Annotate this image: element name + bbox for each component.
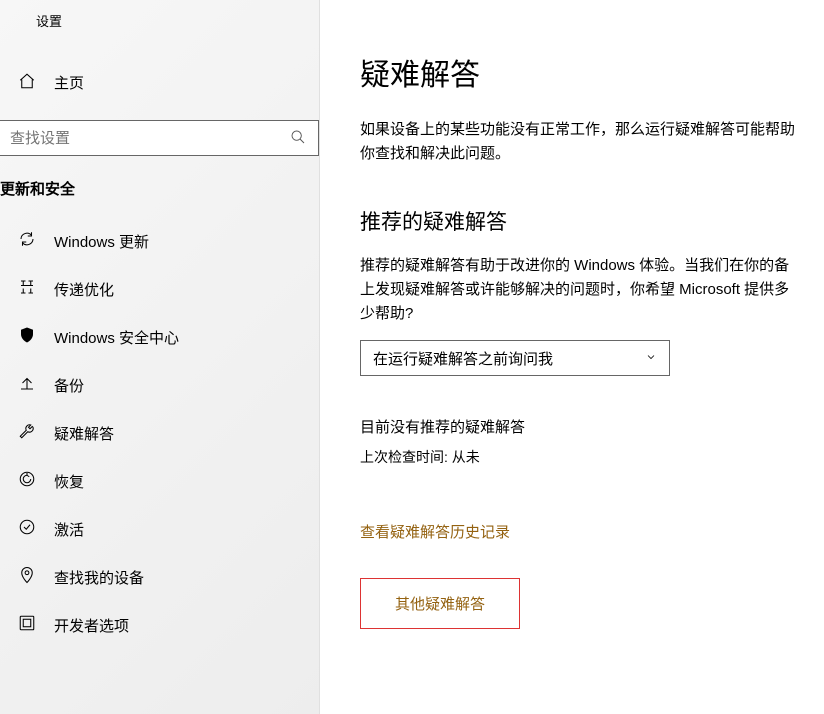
find-device-icon	[18, 566, 36, 588]
recommended-body: 推荐的疑难解答有助于改进你的 Windows 体验。当我们在你的备上发现疑难解答…	[360, 254, 800, 326]
refresh-icon	[18, 230, 36, 252]
nav-label: Windows 安全中心	[54, 327, 179, 348]
nav-home[interactable]: 主页	[0, 58, 319, 106]
intro-text: 如果设备上的某些功能没有正常工作，那么运行疑难解答可能帮助你查找和解决此问题。	[360, 118, 800, 166]
delivery-icon	[18, 278, 36, 300]
history-link[interactable]: 查看疑难解答历史记录	[360, 521, 510, 542]
nav-item-delivery[interactable]: 传递优化	[0, 265, 319, 313]
home-icon	[18, 72, 36, 93]
nav-label: 开发者选项	[54, 615, 129, 636]
nav-home-label: 主页	[54, 72, 84, 93]
nav-item-windows-update[interactable]: Windows 更新	[0, 217, 319, 265]
nav-label: Windows 更新	[54, 231, 149, 252]
help-level-dropdown[interactable]: 在运行疑难解答之前询问我	[360, 340, 670, 376]
chevron-down-icon	[645, 350, 657, 367]
nav-label: 备份	[54, 375, 84, 396]
nav-item-troubleshoot[interactable]: 疑难解答	[0, 409, 319, 457]
main-pane: 疑难解答 如果设备上的某些功能没有正常工作，那么运行疑难解答可能帮助你查找和解决…	[320, 0, 824, 714]
shield-icon	[18, 326, 36, 348]
nav-label: 激活	[54, 519, 84, 540]
status-none: 目前没有推荐的疑难解答	[360, 416, 824, 437]
search-icon	[278, 129, 318, 148]
dropdown-value: 在运行疑难解答之前询问我	[373, 348, 553, 369]
nav-label: 疑难解答	[54, 423, 114, 444]
developer-icon	[18, 614, 36, 636]
nav-label: 查找我的设备	[54, 567, 144, 588]
other-troubleshoot-link[interactable]: 其他疑难解答	[360, 578, 520, 629]
settings-title: 设置	[36, 11, 62, 30]
nav-list: Windows 更新 传递优化 Windows 安全中心 备份	[0, 217, 319, 649]
recovery-icon	[18, 470, 36, 492]
nav-item-activation[interactable]: 激活	[0, 505, 319, 553]
nav-label: 传递优化	[54, 279, 114, 300]
nav-label: 恢复	[54, 471, 84, 492]
recommended-heading: 推荐的疑难解答	[360, 206, 824, 236]
nav-item-security[interactable]: Windows 安全中心	[0, 313, 319, 361]
activation-icon	[18, 518, 36, 540]
nav-item-find-device[interactable]: 查找我的设备	[0, 553, 319, 601]
search-input[interactable]	[0, 130, 278, 147]
last-check: 上次检查时间: 从未	[360, 447, 824, 467]
category-header: 更新和安全	[0, 156, 319, 209]
nav-item-developer[interactable]: 开发者选项	[0, 601, 319, 649]
nav-item-backup[interactable]: 备份	[0, 361, 319, 409]
nav-item-recovery[interactable]: 恢复	[0, 457, 319, 505]
search-box[interactable]	[0, 120, 319, 156]
page-title: 疑难解答	[360, 50, 824, 94]
sidebar: 设置 主页 更新和安全 Windows 更新	[0, 0, 320, 714]
backup-icon	[18, 374, 36, 396]
troubleshoot-icon	[18, 422, 36, 444]
